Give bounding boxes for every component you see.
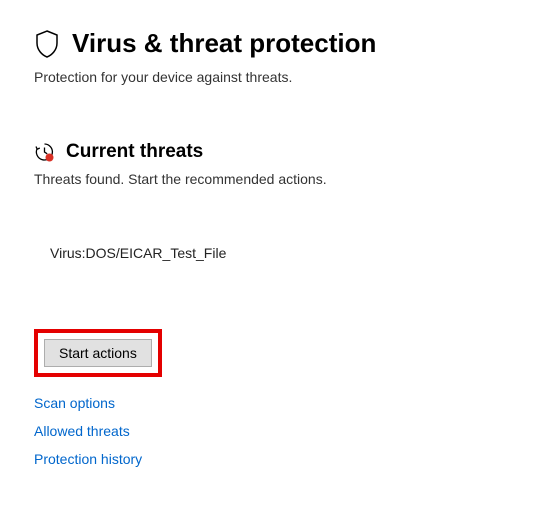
history-alert-icon [34,142,54,162]
current-threats-title: Current threats [66,141,203,163]
links-area: Scan options Allowed threats Protection … [34,395,526,467]
scan-options-link[interactable]: Scan options [34,395,115,411]
page-subtitle: Protection for your device against threa… [34,69,526,85]
page-header: Virus & threat protection [34,28,526,59]
shield-icon [34,29,60,59]
section-header: Current threats [34,141,526,163]
actions-area: Start actions [34,329,526,377]
highlight-callout: Start actions [34,329,162,377]
page-title: Virus & threat protection [72,28,376,59]
start-actions-button[interactable]: Start actions [44,339,152,367]
current-threats-section: Current threats Threats found. Start the… [34,141,526,467]
current-threats-subtitle: Threats found. Start the recommended act… [34,171,526,187]
protection-history-link[interactable]: Protection history [34,451,142,467]
allowed-threats-link[interactable]: Allowed threats [34,423,130,439]
threat-item: Virus:DOS/EICAR_Test_File [50,245,526,261]
